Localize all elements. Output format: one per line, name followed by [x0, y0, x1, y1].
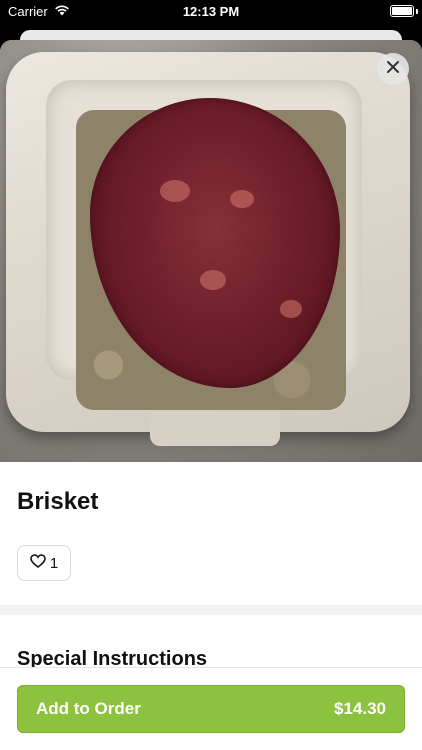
close-button[interactable]: [377, 53, 409, 85]
order-price: $14.30: [334, 699, 386, 718]
clock: 12:13 PM: [182, 4, 240, 19]
battery-icon: [390, 5, 414, 17]
item-title: Brisket: [17, 488, 99, 515]
like-count: 1: [49, 554, 59, 572]
status-bar: Carrier 12:13 PM: [0, 0, 422, 24]
battery-tip: [416, 9, 418, 14]
section-divider: [0, 605, 422, 615]
sauce-highlight: [280, 300, 302, 318]
food-photo: [0, 40, 422, 462]
sauce-highlight: [200, 270, 226, 290]
add-to-order-label: Add to Order: [36, 699, 141, 718]
bottom-bar: Add to Order $14.30: [0, 667, 422, 750]
heart-icon: [30, 554, 46, 572]
item-detail-sheet: Brisket 1 Special Instructions Add to Or…: [0, 40, 422, 750]
sauce-highlight: [230, 190, 254, 208]
sauce-highlight: [160, 180, 190, 202]
close-icon: [386, 60, 400, 79]
like-button[interactable]: 1: [17, 545, 71, 581]
container-tab: [150, 412, 280, 446]
add-to-order-button[interactable]: Add to Order $14.30: [17, 685, 405, 733]
